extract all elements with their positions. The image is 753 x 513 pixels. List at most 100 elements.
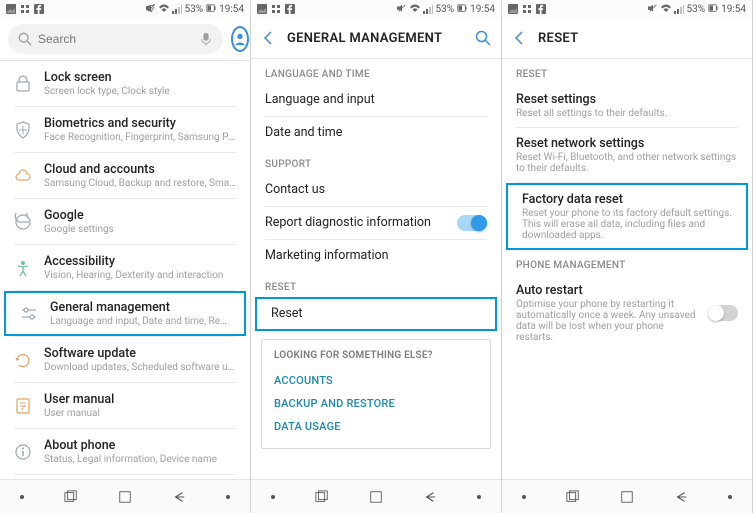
row-factory-highlight: Factory data resetReset your phone to it… [506,183,748,250]
row-factory-data-reset[interactable]: Factory data resetReset your phone to it… [508,185,746,248]
row-accessibility[interactable]: AccessibilityVision, Hearing, Dexterity … [0,245,250,290]
google-icon [14,213,32,231]
apps-icon [522,4,532,14]
manual-icon: ? [14,397,32,415]
clock-text: 19:54 [470,4,495,15]
row-title: Reset network settings [516,136,738,151]
recents-button[interactable] [64,490,78,504]
search-icon[interactable] [475,30,491,46]
row-reset-settings[interactable]: Reset settingsReset all settings to thei… [502,84,752,127]
row-reset[interactable]: Reset [257,299,495,329]
mute-icon [397,4,407,14]
screen-reset: 53% 19:54 RESET RESET Reset settingsRese… [502,0,753,513]
nav-dot [728,495,732,499]
row-reset-highlight: Reset [255,297,497,331]
home-button[interactable] [620,490,634,504]
recents-button[interactable] [315,490,329,504]
search-box[interactable] [8,24,223,54]
toggle-diagnostic[interactable] [457,215,487,231]
nav-dot [522,495,526,499]
nav-dot [477,495,481,499]
facebook-icon [285,4,295,14]
battery-text: 53% [436,4,455,15]
row-reset-network[interactable]: Reset network settingsReset Wi-Fi, Bluet… [502,128,752,182]
row-title: Contact us [265,182,325,197]
facebook-icon [536,4,546,14]
general-list[interactable]: LANGUAGE AND TIME Language and input Dat… [251,59,501,479]
link-accounts[interactable]: ACCOUNTS [274,369,478,392]
app-header: GENERAL MANAGEMENT [251,18,501,58]
row-language-input[interactable]: Language and input [251,84,501,116]
row-title: Marketing information [265,248,389,263]
row-lock-screen[interactable]: Lock screenScreen lock type, Clock style [0,61,250,106]
section-phone-mgmt: PHONE MANAGEMENT [502,250,752,275]
nav-dot [226,495,230,499]
wifi-icon [661,4,671,14]
row-report-diagnostic[interactable]: Report diagnostic information [251,207,501,239]
row-title: Language and input [265,92,375,107]
back-button[interactable] [423,490,437,504]
clock-text: 19:54 [219,4,244,15]
profile-button[interactable] [231,26,249,52]
header-title: GENERAL MANAGEMENT [287,31,465,46]
back-button[interactable] [674,490,688,504]
row-software-update[interactable]: Software updateDownload updates, Schedul… [0,337,250,382]
row-title: General management [50,300,230,315]
recents-button[interactable] [566,490,580,504]
section-reset: RESET [502,59,752,84]
row-title: Factory data reset [522,192,732,207]
screen-settings-main: 53% 19:54 Lock screenScreen lock type, C… [0,0,251,513]
row-title: Google [44,208,236,223]
back-icon[interactable] [512,30,528,46]
card-title: LOOKING FOR SOMETHING ELSE? [274,350,478,361]
nav-dot [271,495,275,499]
row-general-highlight: General managementLanguage and input, Da… [4,291,246,336]
back-button[interactable] [172,490,186,504]
info-icon [14,443,32,461]
row-about-phone[interactable]: About phoneStatus, Legal information, De… [0,429,250,474]
row-date-time[interactable]: Date and time [251,117,501,149]
row-biometrics[interactable]: Biometrics and securityFace Recognition,… [0,107,250,152]
row-user-manual[interactable]: ? User manualUser manual [0,383,250,428]
search-row [0,18,250,60]
row-title: User manual [44,392,236,407]
facebook-icon [34,4,44,14]
row-sub: Download updates, Scheduled software upd… [44,362,236,373]
row-general-management[interactable]: General managementLanguage and input, Da… [6,293,244,334]
mic-icon[interactable] [199,32,213,46]
row-sub: Reset your phone to its factory default … [522,208,732,241]
person-icon [233,32,247,46]
link-data-usage[interactable]: DATA USAGE [274,415,478,438]
sliders-icon [20,305,38,323]
gallery-icon [257,4,267,14]
row-google[interactable]: GoogleGoogle settings [0,199,250,244]
row-auto-restart[interactable]: Auto restartOptimise your phone by resta… [502,275,752,351]
signal-icon [423,4,433,14]
row-title: Reset settings [516,92,738,107]
link-backup-restore[interactable]: BACKUP AND RESTORE [274,392,478,415]
shield-icon [14,121,32,139]
reset-list[interactable]: RESET Reset settingsReset all settings t… [502,59,752,479]
row-title: Report diagnostic information [265,215,445,230]
row-marketing-info[interactable]: Marketing information [251,240,501,272]
status-bar: 53% 19:54 [502,0,752,18]
row-contact-us[interactable]: Contact us [251,174,501,206]
cloud-icon [14,167,32,185]
lock-icon [14,75,32,93]
search-input[interactable] [38,32,193,46]
row-title: Date and time [265,125,342,140]
back-icon[interactable] [261,30,277,46]
settings-list[interactable]: Lock screenScreen lock type, Clock style… [0,61,250,479]
row-title: Accessibility [44,254,236,269]
row-sub: Screen lock type, Clock style [44,86,236,97]
home-button[interactable] [369,490,383,504]
toggle-auto-restart[interactable] [708,305,738,321]
mute-icon [146,4,156,14]
nav-bar [502,479,752,513]
section-language-time: LANGUAGE AND TIME [251,59,501,84]
home-button[interactable] [118,490,132,504]
signal-icon [172,4,182,14]
row-cloud[interactable]: Cloud and accountsSamsung Cloud, Backup … [0,153,250,198]
section-support: SUPPORT [251,149,501,174]
row-title: Auto restart [516,283,696,298]
